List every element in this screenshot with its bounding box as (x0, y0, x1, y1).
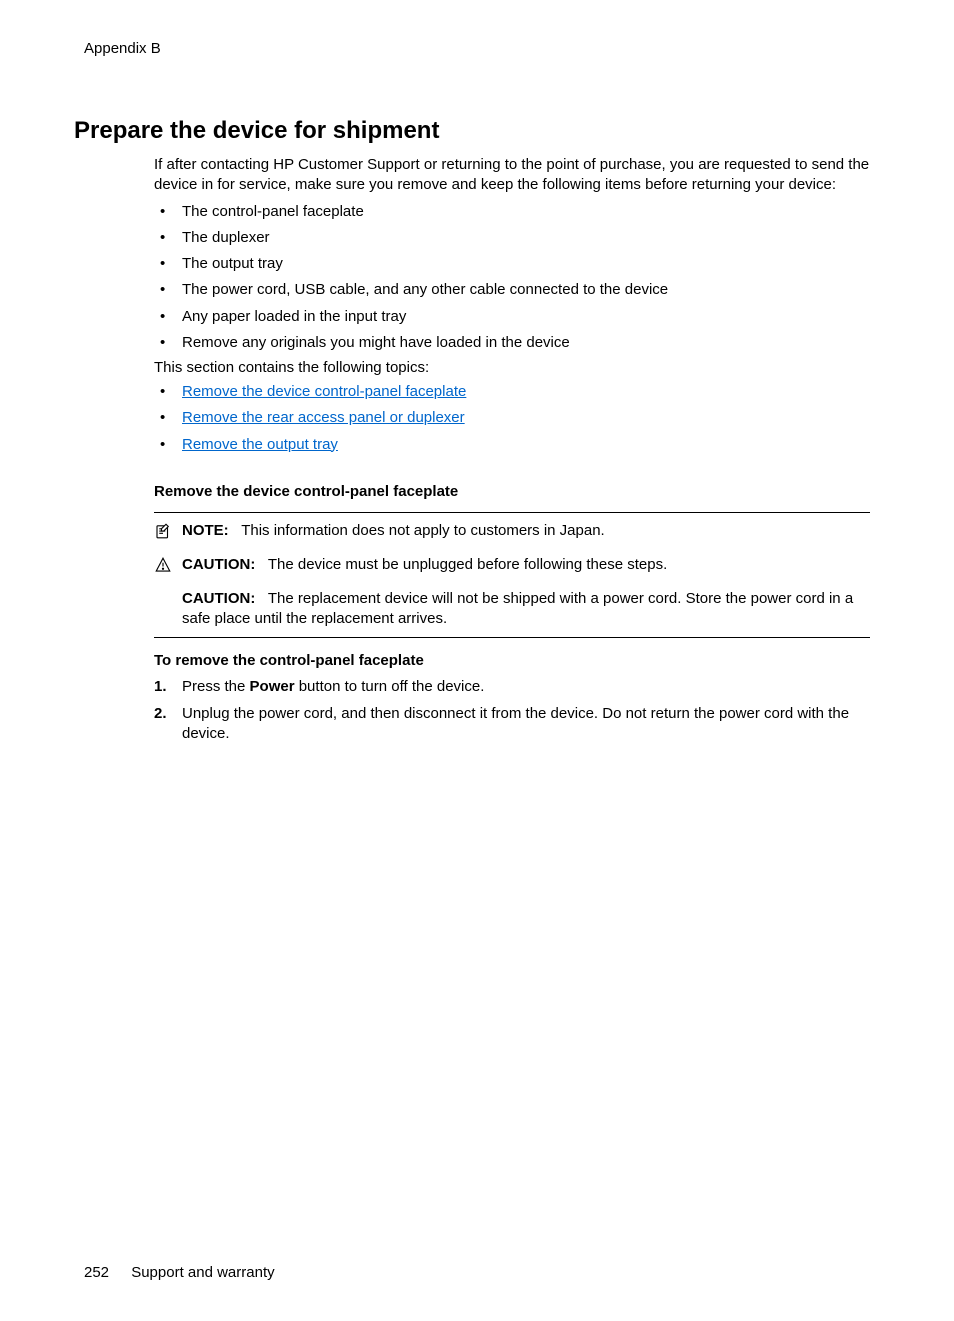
topic-link[interactable]: Remove the output tray (182, 436, 338, 453)
caution-body: The replacement device will not be shipp… (182, 590, 853, 627)
caution-icon (154, 556, 174, 579)
step-text-bold: Power (250, 678, 295, 695)
list-item: Remove the rear access panel or duplexer (154, 408, 870, 428)
list-item: Any paper loaded in the input tray (154, 307, 870, 327)
step-number: 1. (154, 677, 167, 697)
caution-label: CAUTION: (182, 556, 255, 573)
procedure-heading: To remove the control-panel faceplate (154, 652, 870, 669)
intro-paragraph: If after contacting HP Customer Support … (154, 155, 870, 196)
callout-box: NOTE: This information does not apply to… (154, 512, 870, 639)
page-footer: 252 Support and warranty (84, 1264, 275, 1281)
footer-section: Support and warranty (131, 1264, 274, 1281)
step-text-pre: Unplug the power cord, and then disconne… (182, 705, 849, 742)
list-item: Remove any originals you might have load… (154, 333, 870, 353)
note-body: This information does not apply to custo… (241, 522, 605, 539)
topic-link[interactable]: Remove the device control-panel faceplat… (182, 383, 466, 400)
caution-label: CAUTION: (182, 590, 255, 607)
caution-row: CAUTION: The device must be unplugged be… (154, 555, 870, 579)
note-text: NOTE: This information does not apply to… (182, 521, 870, 541)
page-header: Appendix B (84, 40, 870, 57)
step-number: 2. (154, 704, 167, 724)
sub-heading: Remove the device control-panel faceplat… (154, 483, 870, 500)
note-icon (154, 522, 174, 545)
caution-row: CAUTION: The replacement device will not… (182, 589, 870, 630)
list-item: The control-panel faceplate (154, 202, 870, 222)
topics-list: Remove the device control-panel faceplat… (154, 382, 870, 455)
caution-text: CAUTION: The device must be unplugged be… (182, 555, 870, 575)
steps-list: 1. Press the Power button to turn off th… (154, 677, 870, 744)
list-item: The output tray (154, 254, 870, 274)
items-list: The control-panel faceplate The duplexer… (154, 202, 870, 354)
list-item: Remove the output tray (154, 435, 870, 455)
step-text-pre: Press the (182, 678, 250, 695)
step-item: 1. Press the Power button to turn off th… (154, 677, 870, 697)
list-item: Remove the device control-panel faceplat… (154, 382, 870, 402)
caution-body: The device must be unplugged before foll… (268, 556, 667, 573)
page-number: 252 (84, 1264, 109, 1281)
list-item: The power cord, USB cable, and any other… (154, 280, 870, 300)
topics-intro: This section contains the following topi… (154, 359, 870, 376)
step-text-post: button to turn off the device. (295, 678, 485, 695)
topic-link[interactable]: Remove the rear access panel or duplexer (182, 409, 465, 426)
step-item: 2. Unplug the power cord, and then disco… (154, 704, 870, 745)
note-row: NOTE: This information does not apply to… (154, 521, 870, 545)
note-label: NOTE: (182, 522, 229, 539)
list-item: The duplexer (154, 228, 870, 248)
main-heading: Prepare the device for shipment (74, 117, 870, 145)
